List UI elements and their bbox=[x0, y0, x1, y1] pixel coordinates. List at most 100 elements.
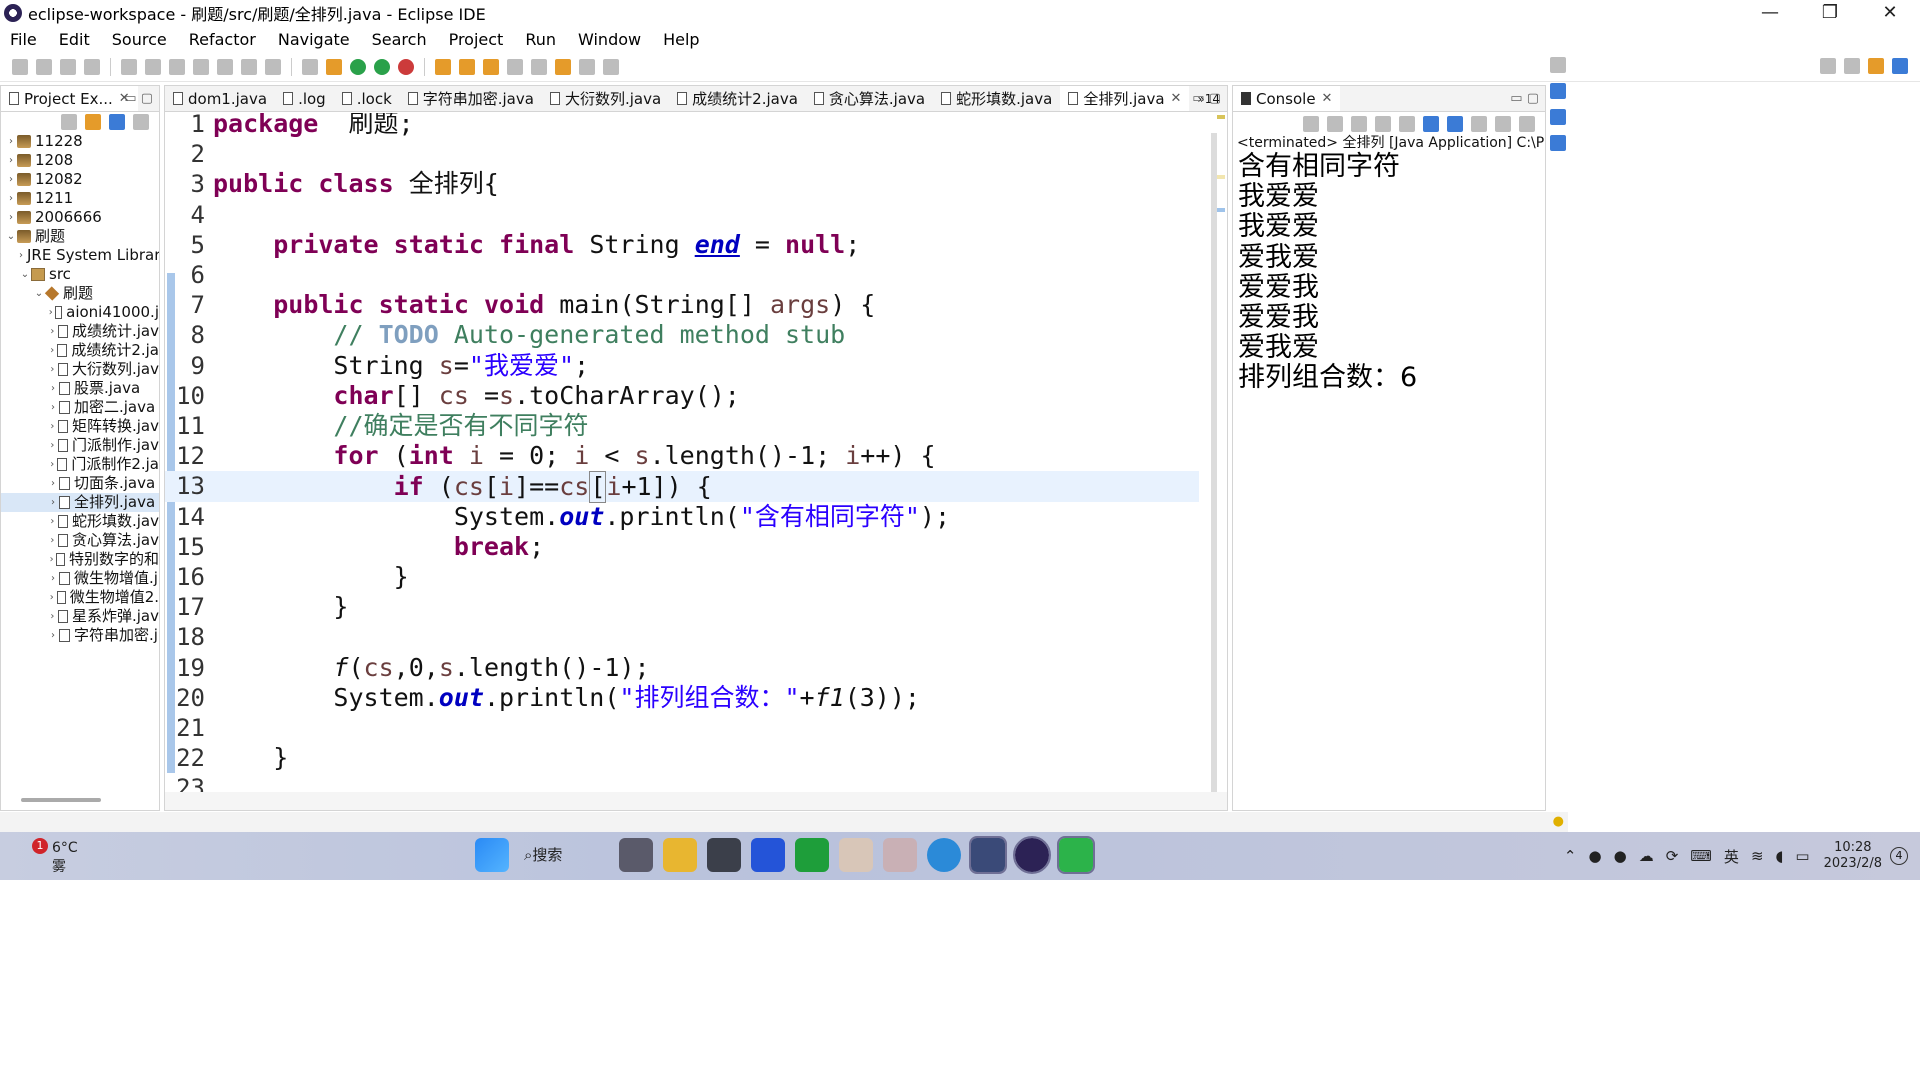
tree-item[interactable]: › 星系炸弹.jav bbox=[1, 607, 159, 626]
tree-item[interactable]: › 成绩统计.jav bbox=[1, 322, 159, 341]
chevron-up-icon[interactable]: ⌃ bbox=[1564, 847, 1577, 865]
expressions-icon[interactable] bbox=[1550, 135, 1566, 151]
tree-item[interactable]: › 股票.java bbox=[1, 379, 159, 398]
chevron-right-icon[interactable]: › bbox=[19, 246, 23, 265]
chevron-right-icon[interactable]: › bbox=[47, 341, 57, 360]
wechat-icon[interactable] bbox=[1057, 836, 1095, 874]
chevron-right-icon[interactable]: › bbox=[47, 379, 59, 398]
minimize-maximize-icon[interactable]: ▭ ▢ bbox=[1510, 86, 1539, 111]
restore-button[interactable]: ❐ bbox=[1800, 0, 1860, 26]
edge-icon[interactable] bbox=[927, 838, 961, 872]
ime-indicator[interactable]: 英 bbox=[1724, 846, 1739, 867]
remove-all-icon[interactable] bbox=[1351, 116, 1367, 132]
qq-app-icon[interactable] bbox=[969, 836, 1007, 874]
open-perspective-icon[interactable] bbox=[1844, 58, 1860, 74]
tab-console[interactable]: Console ✕ bbox=[1233, 86, 1341, 111]
forward-icon[interactable] bbox=[579, 58, 595, 75]
word-wrap-icon[interactable] bbox=[1423, 116, 1439, 132]
lightbulb-icon[interactable]: ● bbox=[1553, 814, 1564, 829]
chevron-right-icon[interactable]: › bbox=[47, 569, 59, 588]
debug-perspective-icon[interactable] bbox=[1892, 58, 1908, 74]
editor-tab[interactable]: 贪心算法.java bbox=[806, 86, 933, 111]
chevron-down-icon[interactable]: ⌄ bbox=[33, 284, 45, 303]
close-button[interactable]: ✕ bbox=[1860, 0, 1920, 26]
tree-item[interactable]: › 1211 bbox=[1, 189, 159, 208]
search-tools-icon[interactable] bbox=[483, 58, 499, 75]
menu-file[interactable]: File bbox=[0, 30, 49, 49]
tree-item[interactable]: › 12082 bbox=[1, 170, 159, 189]
overview-marker[interactable] bbox=[1217, 208, 1225, 212]
editor-tab[interactable]: 成绩统计2.java bbox=[669, 86, 806, 111]
menu-source[interactable]: Source bbox=[102, 30, 179, 49]
cube-app-icon[interactable] bbox=[707, 838, 741, 872]
menu-navigate[interactable]: Navigate bbox=[268, 30, 362, 49]
tree-item[interactable]: ⌄ src bbox=[1, 265, 159, 284]
tree-item[interactable]: › 门派制作.jav bbox=[1, 436, 159, 455]
tree-item[interactable]: › 大衍数列.jav bbox=[1, 360, 159, 379]
chevron-right-icon[interactable]: › bbox=[5, 189, 17, 208]
qq-tray-2-icon[interactable]: ● bbox=[1614, 847, 1627, 865]
tree-item[interactable]: › 11228 bbox=[1, 132, 159, 151]
tree-item[interactable]: › 微生物增值2. bbox=[1, 588, 159, 607]
tree-item[interactable]: › JRE System Librar bbox=[1, 246, 159, 265]
skip-breakpoints-icon[interactable] bbox=[302, 58, 318, 75]
horizontal-scrollbar[interactable] bbox=[21, 798, 101, 802]
chevron-right-icon[interactable]: › bbox=[5, 208, 17, 227]
tree-item[interactable]: › 成绩统计2.ja bbox=[1, 341, 159, 360]
java-perspective-icon[interactable] bbox=[1868, 58, 1884, 74]
volume-icon[interactable]: ◖ bbox=[1776, 847, 1784, 865]
link-editor-icon[interactable] bbox=[85, 114, 101, 130]
chevron-right-icon[interactable]: › bbox=[47, 360, 58, 379]
chevron-right-icon[interactable]: › bbox=[47, 512, 58, 531]
close-icon[interactable]: ✕ bbox=[1322, 86, 1333, 111]
print-icon[interactable] bbox=[84, 58, 100, 75]
chevron-right-icon[interactable]: › bbox=[47, 398, 59, 417]
terminate-icon[interactable] bbox=[169, 58, 185, 75]
menu-window[interactable]: Window bbox=[568, 30, 653, 49]
overview-marker[interactable] bbox=[1217, 115, 1225, 119]
remove-launch-icon[interactable] bbox=[1327, 116, 1343, 132]
start-icon[interactable] bbox=[475, 838, 509, 872]
menu-run[interactable]: Run bbox=[515, 30, 568, 49]
tree-item[interactable]: › 全排列.java bbox=[1, 493, 159, 512]
scroll-lock-icon[interactable] bbox=[1399, 116, 1415, 132]
game-app-icon[interactable] bbox=[839, 838, 873, 872]
notification-count[interactable]: 4 bbox=[1890, 847, 1908, 865]
editor-tab[interactable]: 大衍数列.java bbox=[542, 86, 669, 111]
minimize-button[interactable]: — bbox=[1740, 0, 1800, 26]
chevron-down-icon[interactable]: ⌄ bbox=[19, 265, 31, 284]
tree-item[interactable]: ⌄ 刷题 bbox=[1, 284, 159, 303]
view-menu-icon[interactable] bbox=[133, 114, 149, 130]
task-view-icon[interactable] bbox=[619, 838, 653, 872]
menu-edit[interactable]: Edit bbox=[49, 30, 102, 49]
search-icon[interactable] bbox=[1820, 58, 1836, 74]
editor-tab[interactable]: 字符串加密.java bbox=[400, 86, 542, 111]
vertical-scrollbar[interactable] bbox=[1201, 113, 1227, 793]
pin-console-icon[interactable] bbox=[1471, 116, 1487, 132]
tree-item[interactable]: › 特别数字的和 bbox=[1, 550, 159, 569]
terminate-icon[interactable] bbox=[1303, 116, 1319, 132]
eclipse-taskbar-icon[interactable] bbox=[1013, 836, 1051, 874]
qq-tray-icon[interactable]: ● bbox=[1589, 847, 1602, 865]
editor-tab[interactable]: 蛇形填数.java bbox=[933, 86, 1060, 111]
menu-project[interactable]: Project bbox=[439, 30, 516, 49]
tree-item[interactable]: › 蛇形填数.jav bbox=[1, 512, 159, 531]
tree-item[interactable]: › 贪心算法.jav bbox=[1, 531, 159, 550]
weather-widget[interactable]: 1 6°C 雾 bbox=[20, 838, 90, 875]
cloud-icon[interactable]: ☁ bbox=[1639, 847, 1654, 865]
chevron-right-icon[interactable]: › bbox=[47, 531, 58, 550]
editor-tab[interactable]: .lock bbox=[334, 86, 400, 111]
editor-tab[interactable]: dom1.java bbox=[165, 86, 275, 111]
clock[interactable]: 10:28 2023/2/8 bbox=[1824, 840, 1882, 872]
tree-item[interactable]: › 切面条.java bbox=[1, 474, 159, 493]
chevron-right-icon[interactable]: › bbox=[47, 588, 57, 607]
tree-item[interactable]: › 加密二.java bbox=[1, 398, 159, 417]
editor-tab[interactable]: .log bbox=[275, 86, 334, 111]
open-task-icon[interactable] bbox=[459, 58, 475, 75]
pin-editor-icon[interactable] bbox=[603, 58, 619, 75]
taskbar-search[interactable]: ⌕ 搜索 bbox=[524, 838, 604, 872]
chevron-right-icon[interactable]: › bbox=[47, 303, 55, 322]
code-editor[interactable]: 1 package 刷题; 2 3 public class 全排列{4 5 privat… bbox=[165, 113, 1227, 793]
tree-item[interactable]: ⌄ 刷题 bbox=[1, 227, 159, 246]
tree-item[interactable]: › 矩阵转换.jav bbox=[1, 417, 159, 436]
